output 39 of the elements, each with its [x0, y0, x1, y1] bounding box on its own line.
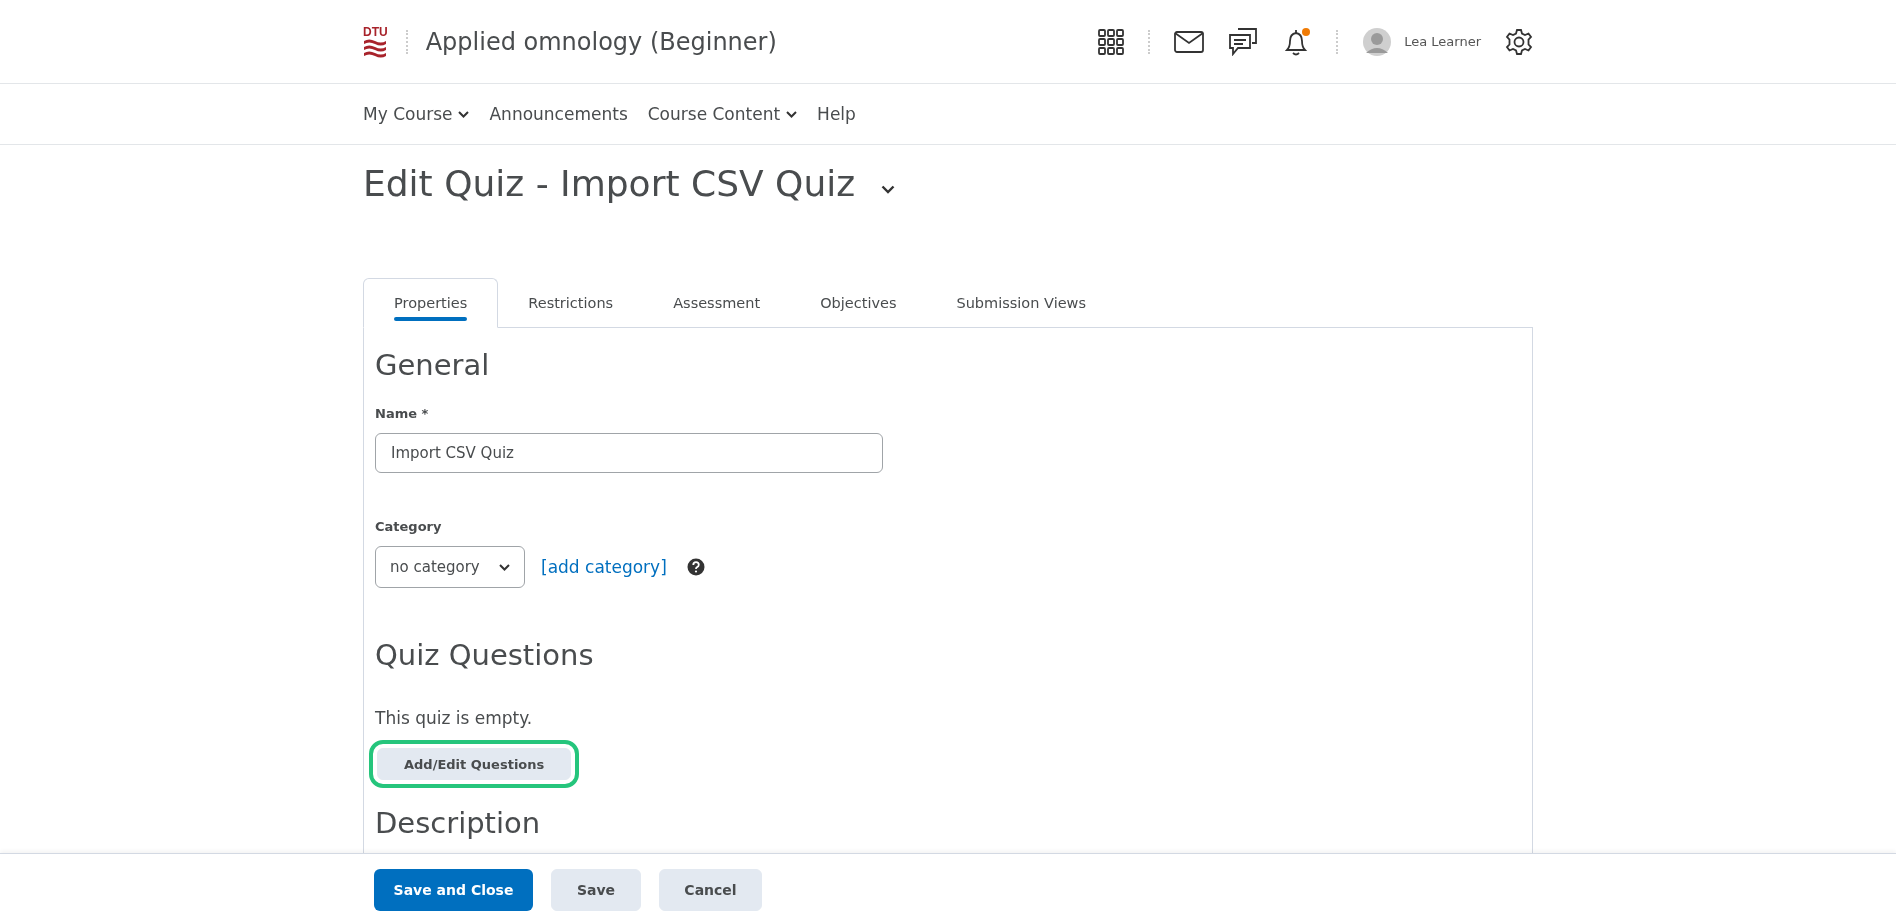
chevron-down-icon — [786, 110, 798, 118]
tab[interactable]: Submission Views — [926, 278, 1116, 328]
logo-text: DTU — [363, 25, 388, 38]
grid-menu-icon[interactable] — [1098, 28, 1125, 55]
empty-quiz-text: This quiz is empty. — [375, 708, 534, 728]
avatar-icon[interactable] — [1362, 26, 1393, 57]
tab[interactable]: Properties — [363, 278, 499, 328]
chevron-down-icon[interactable] — [881, 185, 896, 194]
nav-menu-item[interactable]: My Course — [363, 100, 470, 128]
chevron-down-icon — [458, 110, 470, 118]
nav-menu-item[interactable]: Course Content — [647, 100, 798, 128]
user-name[interactable]: Lea Learner — [1404, 34, 1481, 49]
nav-menu-item[interactable]: Announcements — [489, 100, 628, 128]
tab[interactable]: Objectives — [790, 278, 927, 328]
add-category-link[interactable]: [add category] — [541, 557, 667, 577]
wave-mark-icon — [363, 37, 388, 58]
field-label: Category — [375, 519, 443, 534]
section-heading: Quiz Questions — [375, 638, 595, 672]
page-title: Edit Quiz - Import CSV Quiz — [363, 163, 856, 204]
add-edit-questions-button[interactable]: Add/Edit Questions — [377, 748, 572, 780]
footer-button[interactable]: Save — [551, 869, 641, 911]
course-title[interactable]: Applied omnology (Beginner) — [425, 27, 777, 56]
chevron-down-icon — [499, 563, 510, 571]
tab[interactable]: Restrictions — [498, 278, 644, 328]
tab[interactable]: Assessment — [643, 278, 791, 328]
university-logo[interactable]: DTU — [363, 25, 388, 58]
section-heading: Description — [375, 806, 542, 840]
name-input-field[interactable]: Import CSV Quiz — [375, 433, 883, 473]
footer-button[interactable]: Cancel — [659, 869, 762, 911]
settings-icon[interactable] — [1505, 27, 1533, 56]
footer-button[interactable]: Save and Close — [374, 869, 533, 911]
field-label: Name * — [375, 406, 430, 421]
nav-menu-item[interactable]: Help — [817, 100, 856, 128]
mail-icon[interactable] — [1174, 30, 1205, 53]
chat-icon[interactable] — [1228, 27, 1259, 56]
category-dropdown[interactable]: no category — [375, 546, 525, 588]
bell-icon[interactable] — [1282, 26, 1313, 57]
section-heading: General — [375, 348, 491, 382]
help-icon[interactable] — [686, 558, 705, 576]
